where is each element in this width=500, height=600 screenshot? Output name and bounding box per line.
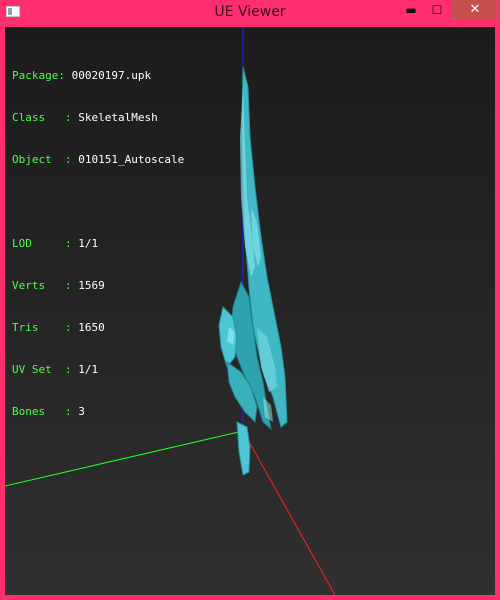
info-label-package: Package	[12, 69, 59, 82]
close-button[interactable]: ✕	[452, 0, 498, 20]
info-value-bones: 3	[78, 405, 85, 418]
info-value-uvset: 1/1	[78, 363, 99, 376]
info-sep: :	[58, 69, 72, 82]
info-value-class: SkeletalMesh	[78, 111, 158, 124]
info-label-class: Class	[12, 111, 46, 124]
info-label-verts: Verts	[12, 279, 46, 292]
mesh-info-panel: Package: 00020197.upk Class : SkeletalMe…	[12, 41, 184, 447]
info-sep: :	[45, 111, 79, 124]
skeletal-mesh	[218, 66, 288, 476]
maximize-button[interactable]: ☐	[424, 0, 450, 20]
info-row-class: Class : SkeletalMesh	[12, 111, 184, 125]
info-sep: :	[51, 153, 79, 166]
info-label-object: Object	[12, 153, 52, 166]
info-label-lod: LOD	[12, 237, 32, 250]
info-row-uvset: UV Set : 1/1	[12, 363, 184, 377]
info-row-package: Package: 00020197.upk	[12, 69, 184, 83]
info-value-tris: 1650	[78, 321, 105, 334]
info-sep: :	[51, 363, 79, 376]
info-label-bones: Bones	[12, 405, 46, 418]
info-value-package: 00020197.upk	[71, 69, 152, 82]
info-sep: :	[31, 237, 79, 250]
info-row-lod: LOD : 1/1	[12, 237, 184, 251]
app-window: UE Viewer ▬ ☐ ✕ Package: 00020197.upk Cl…	[0, 0, 500, 600]
minimize-button[interactable]: ▬	[398, 0, 424, 20]
info-label-tris: Tris	[12, 321, 39, 334]
3d-viewport[interactable]: Package: 00020197.upk Class : SkeletalMe…	[5, 27, 495, 595]
info-row-verts: Verts : 1569	[12, 279, 184, 293]
info-row-tris: Tris : 1650	[12, 321, 184, 335]
info-sep: :	[45, 279, 79, 292]
info-value-lod: 1/1	[78, 237, 99, 250]
info-value-verts: 1569	[78, 279, 105, 292]
title-bar[interactable]: UE Viewer ▬ ☐ ✕	[0, 0, 500, 27]
axis-x-line	[242, 430, 336, 595]
info-sep: :	[38, 321, 79, 334]
info-value-object: 010151_Autoscale	[78, 153, 185, 166]
info-row-object: Object : 010151_Autoscale	[12, 153, 184, 167]
info-label-uvset: UV Set	[12, 363, 52, 376]
info-row-bones: Bones : 3	[12, 405, 184, 419]
info-sep: :	[45, 405, 79, 418]
